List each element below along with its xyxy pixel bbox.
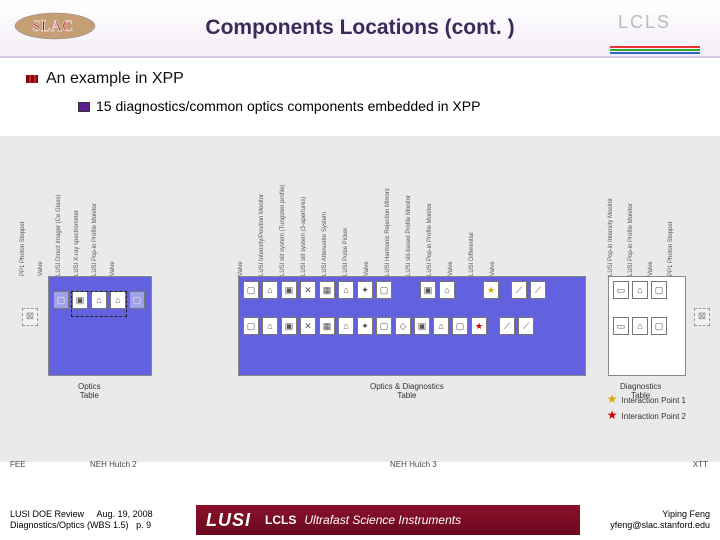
component-icon: ▢ bbox=[376, 281, 392, 299]
optics-diag-table: ▢ ⌂ ▣ ✕ ▦ ⌂ ✦ ▢ ▣ ⌂ ★ ⟋ ⟋ ▢ ⌂ ▣ bbox=[238, 276, 586, 376]
component-icon: ⟋ bbox=[518, 317, 534, 335]
component-icon: ⌂ bbox=[439, 281, 455, 299]
footer-banner: LUSI LCLS Ultrafast Science Instruments bbox=[196, 505, 580, 535]
component-icon: ▢ bbox=[129, 291, 145, 309]
component-icon: ⌂ bbox=[338, 281, 354, 299]
slac-text: SLAC bbox=[32, 18, 73, 35]
component-icon: ▭ bbox=[613, 281, 629, 299]
component-label: Valve bbox=[238, 261, 244, 276]
axis-xtt: XTT bbox=[693, 460, 708, 469]
star-gold-icon: ★ bbox=[607, 392, 618, 406]
optics-table-1: ▢ ▣ ⌂ ⌂ ▢ bbox=[48, 276, 152, 376]
component-label: LUSI slit system (Tungsten profile) bbox=[280, 185, 286, 276]
axis-neh2: NEH Hutch 2 bbox=[90, 460, 137, 469]
component-label: LUSI X-ray spectrometer bbox=[74, 210, 80, 276]
component-icon: ▢ bbox=[243, 281, 259, 299]
component-label: LUSI Pulse Picker bbox=[343, 228, 349, 276]
component-label: LUSI Pop-in Profile Monitor bbox=[628, 203, 634, 276]
component-icon: ◇ bbox=[395, 317, 411, 335]
footer-left: LUSI DOE Review Aug. 19, 2008 Diagnostic… bbox=[0, 509, 196, 531]
component-label: Valve bbox=[490, 261, 496, 276]
component-label: PP1 Photon Stopper bbox=[668, 221, 674, 276]
component-icon: ▢ bbox=[651, 317, 667, 335]
footer-right: Yiping Feng yfeng@slac.stanford.edu bbox=[580, 509, 720, 531]
diagnostics-table: ▭ ⌂ ▢ ▭ ⌂ ▢ bbox=[608, 276, 686, 376]
component-label: LUSI Differential bbox=[469, 232, 475, 276]
component-icon: ⟋ bbox=[511, 281, 527, 299]
component-label: LUSI slit-based Profile Monitor bbox=[406, 195, 412, 276]
component-label: Valve bbox=[38, 261, 44, 276]
legend-ip1: Interaction Point 1 bbox=[622, 396, 686, 405]
component-icon: ⌂ bbox=[632, 317, 648, 335]
component-label: LUSI Direct Imager (Ce Glass) bbox=[56, 195, 62, 276]
component-icon: ▢ bbox=[651, 281, 667, 299]
component-label: LUSI Pop-in Profile Monitor bbox=[92, 203, 98, 276]
bullet-sub: 15 diagnostics/common optics components … bbox=[96, 98, 692, 114]
component-icon: ▦ bbox=[319, 281, 335, 299]
star-red-icon: ★ bbox=[607, 408, 618, 422]
component-icon: ⌂ bbox=[632, 281, 648, 299]
component-label: LUSI Intensity/Position Monitor bbox=[259, 194, 265, 276]
component-icon: ▣ bbox=[281, 281, 297, 299]
component-label: LUSI Harmonic Rejection Mirrors bbox=[385, 188, 391, 276]
table2-label: Optics & DiagnosticsTable bbox=[370, 382, 444, 400]
component-label: Valve bbox=[448, 261, 454, 276]
component-icon: ▭ bbox=[613, 317, 629, 335]
axis-neh3: NEH Hutch 3 bbox=[390, 460, 437, 469]
component-icon: ⌂ bbox=[262, 317, 278, 335]
component-label: PP1 Photon Stopper bbox=[20, 221, 26, 276]
table1-label: OpticsTable bbox=[78, 382, 101, 400]
component-icon: ⌂ bbox=[262, 281, 278, 299]
component-icon: ▢ bbox=[376, 317, 392, 335]
component-icon: ⌂ bbox=[338, 317, 354, 335]
star-icon: ★ bbox=[483, 281, 499, 299]
page-title: Components Locations (cont. ) bbox=[205, 16, 514, 40]
star-icon: ★ bbox=[471, 317, 487, 335]
component-icon: ▣ bbox=[414, 317, 430, 335]
component-label: Valve bbox=[110, 261, 116, 276]
axis-fee: FEE bbox=[10, 460, 26, 469]
legend-ip2: Interaction Point 2 bbox=[622, 412, 686, 421]
component-icon: ▢ bbox=[243, 317, 259, 335]
lcls-logo: LCLS bbox=[618, 12, 708, 46]
vertical-labels: PP1 Photon Stopper Valve LUSI Direct Image… bbox=[0, 136, 720, 276]
component-icon: ▣ bbox=[281, 317, 297, 335]
component-icon: ⟋ bbox=[530, 281, 546, 299]
component-icon: ✕ bbox=[300, 281, 316, 299]
component-icon: ▢ bbox=[53, 291, 69, 309]
diagram: ⊠ ⊠ ▢ ▣ ⌂ ⌂ ▢ ▢ ⌂ ▣ ✕ ▦ ⌂ ✦ ▢ bbox=[0, 136, 720, 462]
slide-header: SLAC Components Locations (cont. ) LCLS bbox=[0, 0, 720, 58]
component-label: LUSI slit system (3-apertures) bbox=[301, 197, 307, 276]
bullet-main: An example in XPP bbox=[46, 70, 692, 88]
component-icon: ✦ bbox=[357, 317, 373, 335]
blocks: ▢ ▣ ⌂ ⌂ ▢ ▢ ⌂ ▣ ✕ ▦ ⌂ ✦ ▢ ▣ ⌂ bbox=[0, 276, 720, 396]
component-icon: ▦ bbox=[319, 317, 335, 335]
footer: LUSI DOE Review Aug. 19, 2008 Diagnostic… bbox=[0, 500, 720, 540]
component-icon: ⌂ bbox=[433, 317, 449, 335]
slac-logo: SLAC bbox=[12, 6, 98, 46]
component-icon: ▣ bbox=[420, 281, 436, 299]
component-label: LUSI Attenuator System bbox=[322, 212, 328, 276]
component-icon: ✦ bbox=[357, 281, 373, 299]
component-label: LUSI Pop-in Profile Monitor bbox=[427, 203, 433, 276]
lusi-logo: LUSI bbox=[206, 510, 251, 531]
component-icon: ▢ bbox=[452, 317, 468, 335]
lcls-foot: LCLS bbox=[265, 513, 296, 527]
component-label: Valve bbox=[648, 261, 654, 276]
component-icon: ✕ bbox=[300, 317, 316, 335]
legend: ★ Interaction Point 1 ★ Interaction Point … bbox=[607, 392, 686, 424]
group-box bbox=[71, 291, 127, 317]
banner-text: Ultrafast Science Instruments bbox=[304, 513, 461, 527]
component-label: Valve bbox=[364, 261, 370, 276]
component-icon: ⟋ bbox=[499, 317, 515, 335]
content: An example in XPP 15 diagnostics/common … bbox=[0, 58, 720, 114]
component-label: LUSI Pop-in Intensity Monitor bbox=[608, 198, 614, 276]
